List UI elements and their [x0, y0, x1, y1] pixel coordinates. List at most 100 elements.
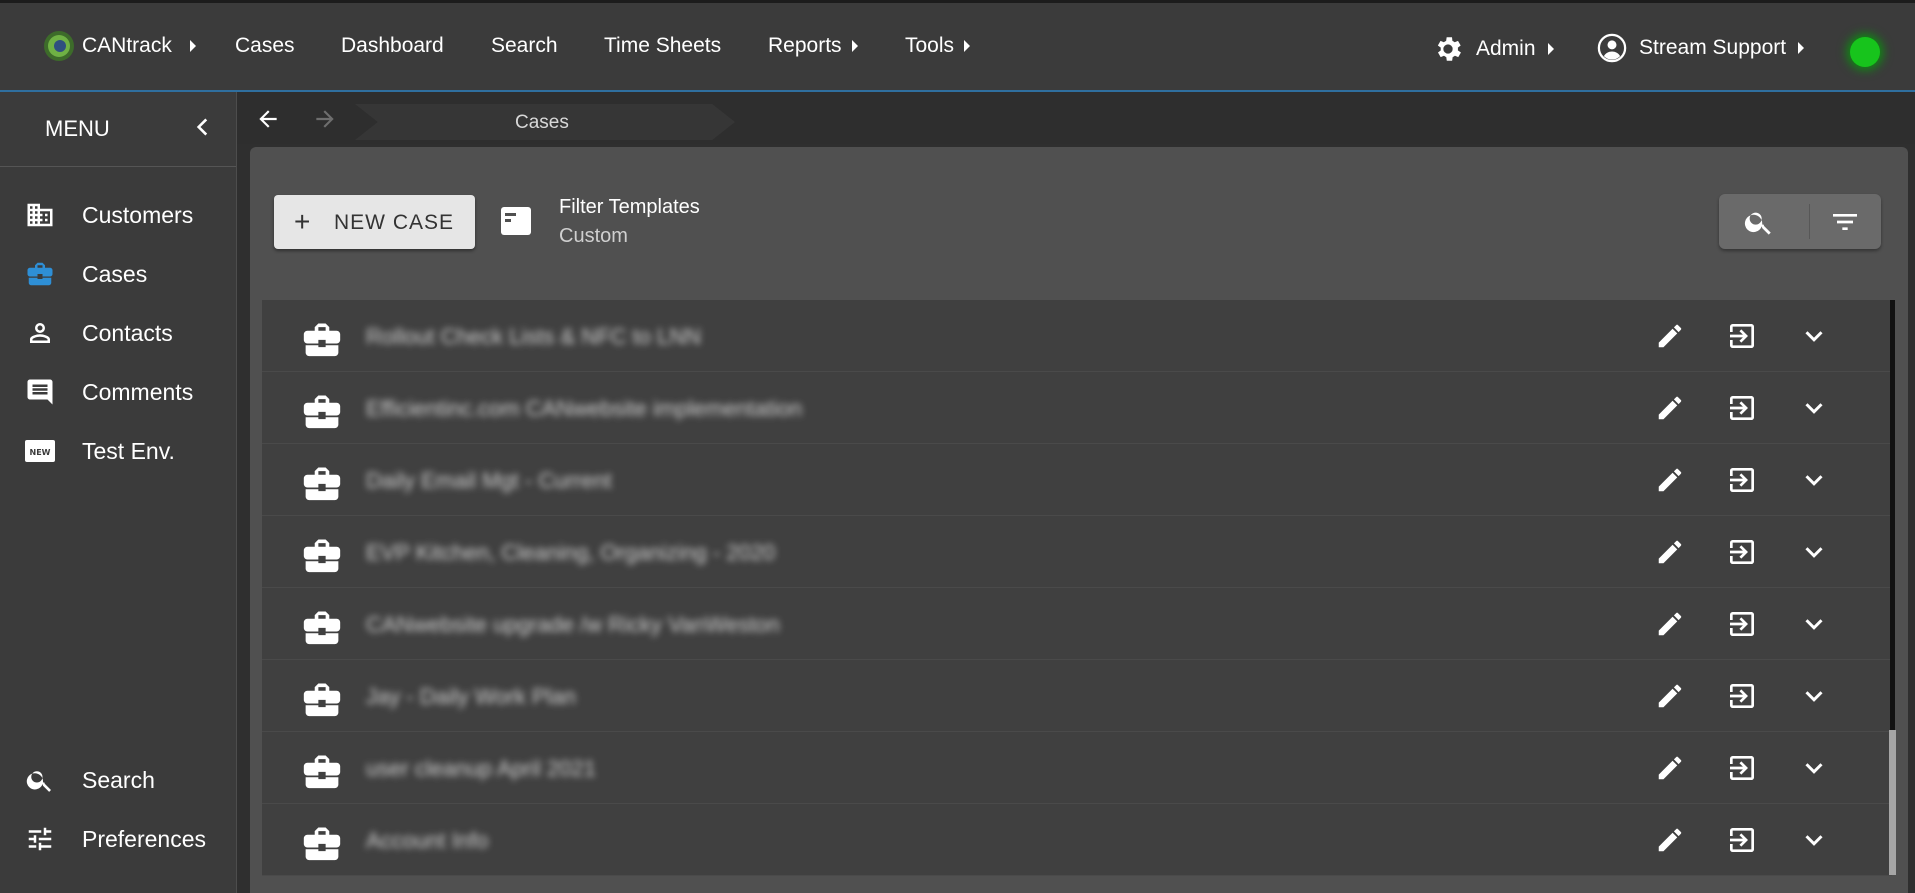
search-icon [1744, 212, 1771, 235]
person-icon [24, 317, 56, 349]
search-icon [24, 764, 56, 796]
nav-tools[interactable]: Tools [905, 34, 971, 58]
open-case-icon[interactable] [1726, 752, 1758, 784]
caret-right-icon [851, 40, 858, 52]
gear-icon [1437, 37, 1461, 61]
edit-pencil-icon[interactable] [1654, 752, 1686, 784]
scrollbar-thumb[interactable] [1889, 730, 1896, 875]
chevron-down-icon[interactable] [1798, 824, 1830, 856]
case-row[interactable]: CANwebsite upgrade /w Ricky VanWeston [262, 588, 1892, 660]
briefcase-icon [24, 258, 56, 290]
sidebar-item-comments[interactable]: Comments [0, 364, 236, 420]
chevron-down-icon[interactable] [1798, 536, 1830, 568]
case-title[interactable]: Account Info [366, 828, 488, 854]
sidebar-item-label: Cases [82, 260, 148, 287]
search-button[interactable] [1719, 194, 1799, 249]
menu-header: MENU [0, 92, 236, 167]
sidebar-item-cases[interactable]: Cases [0, 246, 236, 302]
nav-cases-label: Cases [235, 34, 295, 57]
case-row[interactable]: Jay - Daily Work Plan [262, 660, 1892, 732]
case-row[interactable]: user cleanup April 2021 [262, 732, 1892, 804]
nav-search-label: Search [491, 34, 558, 57]
caret-right-icon [1547, 43, 1554, 55]
svg-text:NEW: NEW [30, 448, 51, 457]
nav-reports-label: Reports [768, 34, 842, 57]
plus-icon: + [294, 206, 311, 237]
nav-cases[interactable]: Cases [235, 34, 295, 58]
chevron-down-icon[interactable] [1798, 320, 1830, 352]
filter-templates-value[interactable]: Custom [559, 225, 628, 248]
edit-pencil-icon[interactable] [1654, 608, 1686, 640]
brand-name: CANtrack [82, 34, 172, 57]
chevron-down-icon[interactable] [1798, 464, 1830, 496]
open-case-icon[interactable] [1726, 464, 1758, 496]
filter-button[interactable] [1805, 194, 1885, 249]
sidebar-item-label: Contacts [82, 319, 173, 346]
edit-pencil-icon[interactable] [1654, 320, 1686, 352]
open-case-icon[interactable] [1726, 680, 1758, 712]
chevron-down-icon[interactable] [1798, 392, 1830, 424]
briefcase-icon [300, 462, 344, 502]
case-title[interactable]: EVP Kitchen, Cleaning, Organizing - 2020 [366, 540, 775, 566]
user-menu[interactable]: Stream Support [1597, 33, 1805, 63]
case-list: Rollout Check Lists & NFC to LNN Efficien… [262, 300, 1892, 876]
briefcase-icon [300, 678, 344, 718]
nav-time-sheets[interactable]: Time Sheets [604, 34, 721, 58]
case-row[interactable]: Rollout Check Lists & NFC to LNN [262, 300, 1892, 372]
admin-menu[interactable]: Admin [1432, 33, 1554, 65]
edit-pencil-icon[interactable] [1654, 536, 1686, 568]
case-title[interactable]: CANwebsite upgrade /w Ricky VanWeston [366, 612, 780, 638]
brand-menu[interactable]: CANtrack [44, 31, 196, 61]
online-status-indicator [1850, 37, 1880, 67]
caret-right-icon [189, 40, 196, 52]
user-avatar-icon [1597, 33, 1627, 63]
sidebar-item-preferences[interactable]: Preferences [0, 811, 236, 867]
open-case-icon[interactable] [1726, 824, 1758, 856]
nav-reports[interactable]: Reports [768, 34, 858, 58]
edit-pencil-icon[interactable] [1654, 824, 1686, 856]
cantrack-logo-icon [44, 31, 74, 61]
sidebar-item-search[interactable]: Search [0, 752, 236, 808]
filter-icon [1833, 213, 1857, 230]
case-title[interactable]: Jay - Daily Work Plan [366, 684, 576, 710]
chevron-down-icon[interactable] [1798, 680, 1830, 712]
chevron-down-icon[interactable] [1798, 608, 1830, 640]
nav-dashboard[interactable]: Dashboard [341, 34, 444, 58]
case-title[interactable]: Rollout Check Lists & NFC to LNN [366, 324, 701, 350]
case-row[interactable]: Efficientinc.com CANwebsite implementati… [262, 372, 1892, 444]
search-filter-group [1719, 194, 1881, 249]
edit-pencil-icon[interactable] [1654, 392, 1686, 424]
sidebar-item-label: Customers [82, 201, 194, 228]
edit-pencil-icon[interactable] [1654, 464, 1686, 496]
edit-pencil-icon[interactable] [1654, 680, 1686, 712]
chevron-left-icon[interactable] [190, 114, 216, 140]
case-row[interactable]: Account Info [262, 804, 1892, 876]
forward-arrow-icon[interactable] [312, 106, 338, 132]
case-title[interactable]: Efficientinc.com CANwebsite implementati… [366, 396, 802, 422]
top-navbar: CANtrack Cases Dashboard Search Time She… [0, 0, 1915, 92]
sidebar-item-customers[interactable]: Customers [0, 187, 236, 243]
case-title[interactable]: Daily Email Mgt - Current [366, 468, 612, 494]
nav-search[interactable]: Search [491, 34, 558, 58]
caret-right-icon [1798, 42, 1805, 54]
case-row[interactable]: Daily Email Mgt - Current [262, 444, 1892, 516]
case-row[interactable]: EVP Kitchen, Cleaning, Organizing - 2020 [262, 516, 1892, 588]
nav-dashboard-label: Dashboard [341, 34, 444, 57]
sidebar-item-contacts[interactable]: Contacts [0, 305, 236, 361]
open-case-icon[interactable] [1726, 392, 1758, 424]
filter-templates-title[interactable]: Filter Templates [559, 196, 700, 219]
case-title[interactable]: user cleanup April 2021 [366, 756, 596, 782]
open-case-icon[interactable] [1726, 536, 1758, 568]
new-case-button[interactable]: + NEW CASE [274, 195, 475, 249]
nav-time-sheets-label: Time Sheets [604, 34, 722, 57]
briefcase-icon [300, 318, 344, 358]
sidebar-item-test-env[interactable]: NEW Test Env. [0, 423, 236, 479]
open-case-icon[interactable] [1726, 608, 1758, 640]
comment-icon [24, 376, 56, 408]
back-arrow-icon[interactable] [255, 106, 281, 132]
user-label: Stream Support [1639, 36, 1787, 59]
open-case-icon[interactable] [1726, 320, 1758, 352]
building-icon [24, 199, 56, 231]
filter-template-icon[interactable] [500, 206, 532, 236]
chevron-down-icon[interactable] [1798, 752, 1830, 784]
